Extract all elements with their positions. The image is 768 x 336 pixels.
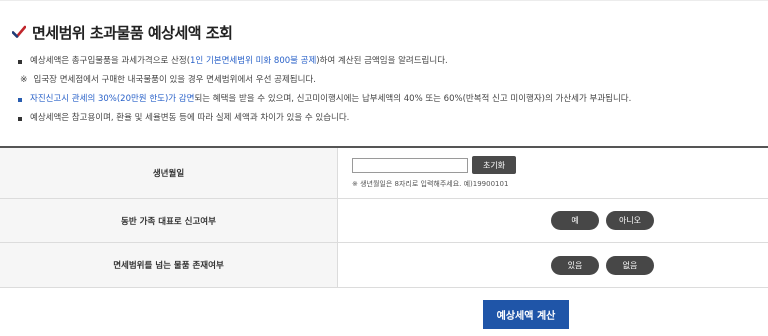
page-title: 면세범위 초과물품 예상세액 조회 bbox=[12, 20, 233, 44]
family-row: 동반 가족 대표로 신고여부 예 아니오 bbox=[0, 199, 768, 243]
exceed-yes-button[interactable]: 있음 bbox=[551, 256, 599, 275]
birth-row: 생년월일 초기화 ※ 생년월일은 8자리로 입력해주세요. 예)19900101 bbox=[0, 148, 768, 199]
bullet-icon bbox=[18, 59, 22, 64]
birth-cell: 초기화 ※ 생년월일은 8자리로 입력해주세요. 예)19900101 bbox=[338, 148, 768, 198]
bullet-icon bbox=[18, 97, 22, 102]
notice-item: 자진신고시 관세의 30%(20만원 한도)가 감면 되는 혜택을 받을 수 있으… bbox=[18, 90, 631, 109]
family-yes-button[interactable]: 예 bbox=[551, 211, 599, 230]
birth-label: 생년월일 bbox=[0, 148, 338, 198]
exceed-no-button[interactable]: 없음 bbox=[606, 256, 654, 275]
notice-text: 입국장 면세점에서 구매한 내국물품이 있을 경우 면세범위에서 우선 공제됩니… bbox=[33, 75, 316, 85]
notice-item: ※ 입국장 면세점에서 구매한 내국물품이 있을 경우 면세범위에서 우선 공제… bbox=[18, 71, 631, 90]
notice-item: 예상세액은 총구입물품을 과세가격으로 산정(1인 기본면세범위 미화 800불… bbox=[18, 52, 631, 71]
bullet-icon bbox=[18, 116, 22, 121]
notice-list: 예상세액은 총구입물품을 과세가격으로 산정(1인 기본면세범위 미화 800불… bbox=[18, 52, 631, 128]
reset-button[interactable]: 초기화 bbox=[472, 156, 516, 174]
top-divider bbox=[0, 0, 768, 1]
reference-mark: ※ bbox=[20, 75, 28, 85]
notice-highlight: 자진신고시 관세의 30%(20만원 한도)가 감면 bbox=[30, 94, 195, 104]
family-cell: 예 아니오 bbox=[338, 199, 768, 242]
notice-text: )하여 계산된 금액임을 알려드립니다. bbox=[316, 56, 448, 66]
notice-highlight: 1인 기본면세범위 미화 800불 공제 bbox=[190, 56, 317, 66]
birth-date-input[interactable] bbox=[352, 158, 468, 173]
birth-hint: ※ 생년월일은 8자리로 입력해주세요. 예)19900101 bbox=[352, 180, 509, 188]
calculate-tax-button[interactable]: 예상세액 계산 bbox=[483, 300, 569, 329]
exceed-row: 면세범위를 넘는 물품 존재여부 있음 없음 bbox=[0, 243, 768, 288]
exceed-cell: 있음 없음 bbox=[338, 243, 768, 287]
notice-text: 예상세액은 참고용이며, 환율 및 세율변동 등에 따라 실제 세액과 차이가 … bbox=[30, 113, 350, 123]
family-no-button[interactable]: 아니오 bbox=[606, 211, 654, 230]
page-title-text: 면세범위 초과물품 예상세액 조회 bbox=[32, 23, 233, 42]
family-label: 동반 가족 대표로 신고여부 bbox=[0, 199, 338, 242]
exceed-label: 면세범위를 넘는 물품 존재여부 bbox=[0, 243, 338, 287]
checkmark-icon bbox=[12, 25, 26, 38]
notice-item: 예상세액은 참고용이며, 환율 및 세율변동 등에 따라 실제 세액과 차이가 … bbox=[18, 109, 631, 128]
notice-text: 되는 혜택을 받을 수 있으며, 신고미이행시에는 납부세액의 40% 또는 6… bbox=[194, 94, 632, 104]
tax-form-table: 생년월일 초기화 ※ 생년월일은 8자리로 입력해주세요. 예)19900101… bbox=[0, 146, 768, 288]
notice-text: 예상세액은 총구입물품을 과세가격으로 산정( bbox=[30, 56, 191, 66]
